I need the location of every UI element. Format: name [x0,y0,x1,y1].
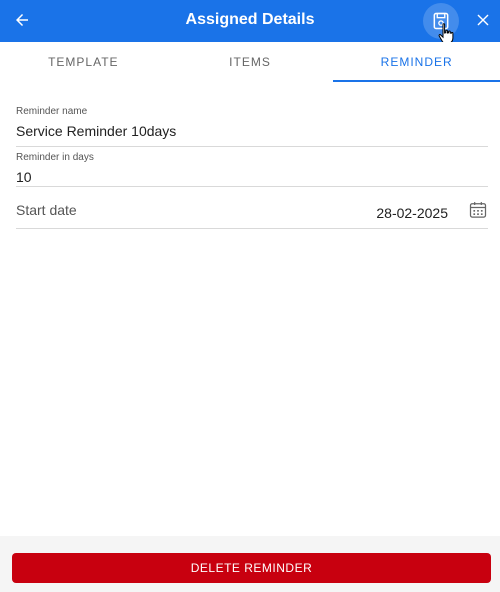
reminder-name-input[interactable]: Service Reminder 10days [16,123,488,142]
close-icon [477,14,489,26]
reminder-days-label: Reminder in days [16,152,94,163]
app-bar: Assigned Details [0,0,500,44]
delete-reminder-button[interactable]: DELETE REMINDER [12,553,491,583]
reminder-name-field[interactable]: Reminder name Service Reminder 10days [16,106,488,147]
arrow-left-icon [16,14,28,26]
reminder-days-input[interactable]: 10 [16,169,488,188]
back-button[interactable] [10,8,34,32]
tab-reminder[interactable]: REMINDER [333,42,500,82]
calendar-icon[interactable] [468,200,488,220]
reminder-name-label: Reminder name [16,106,88,117]
reminder-days-field[interactable]: Reminder in days 10 [16,152,488,187]
start-date-value[interactable]: 28-02-2025 [376,205,448,221]
start-date-field[interactable]: Start date 28-02-2025 [16,196,488,229]
footer: DELETE REMINDER [0,536,500,592]
tab-template[interactable]: TEMPLATE [0,42,167,82]
close-button[interactable] [472,9,494,31]
tab-items[interactable]: ITEMS [167,42,334,82]
start-date-label: Start date [16,202,77,218]
tab-bar: TEMPLATE ITEMS REMINDER [0,42,500,82]
